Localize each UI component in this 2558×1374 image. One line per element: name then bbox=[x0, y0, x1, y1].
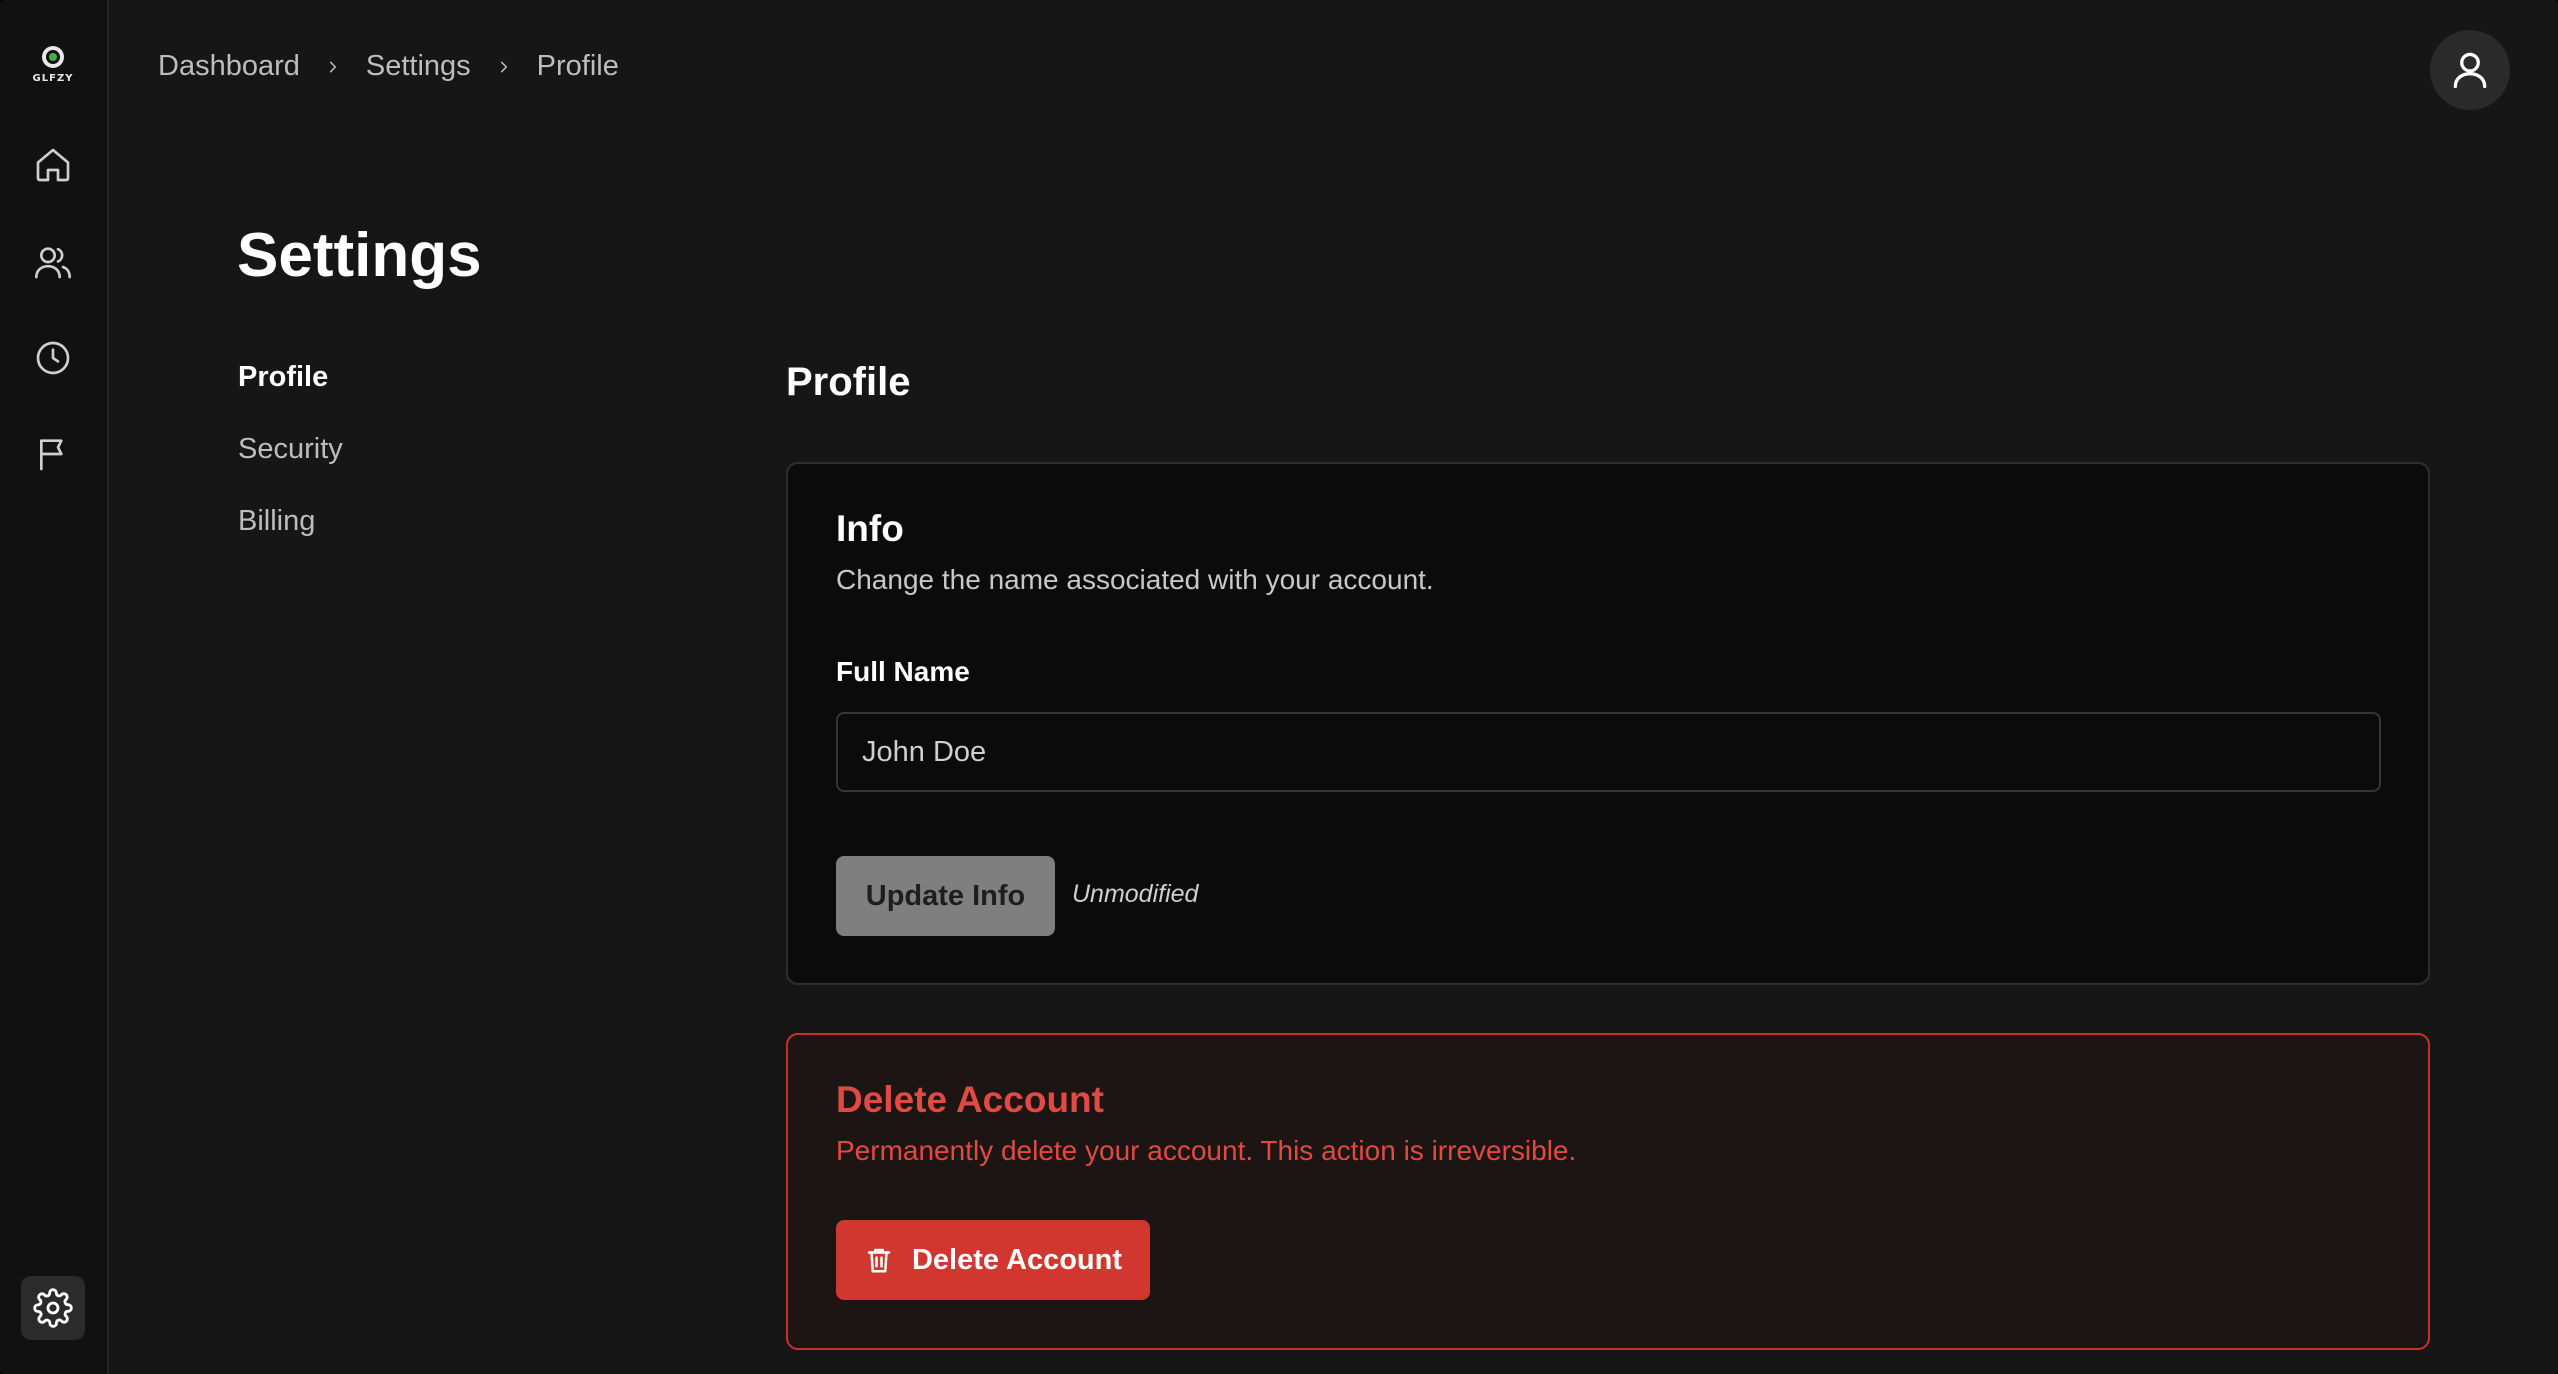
page-title: Settings bbox=[237, 221, 482, 290]
user-icon bbox=[2453, 52, 2487, 89]
section-title: Profile bbox=[786, 360, 911, 404]
info-card: Info Change the name associated with you… bbox=[786, 462, 2430, 985]
delete-account-button-label: Delete Account bbox=[911, 1243, 1123, 1276]
chevron-right-icon bbox=[329, 61, 336, 72]
breadcrumb-item-profile[interactable]: Profile bbox=[537, 50, 619, 83]
settings-nav: Profile Security Billing bbox=[238, 356, 538, 572]
sidebar-item-home[interactable] bbox=[27, 139, 79, 191]
form-status-text: Unmodified bbox=[1072, 880, 1199, 908]
settings-nav-billing[interactable]: Billing bbox=[238, 500, 538, 572]
settings-nav-security[interactable]: Security bbox=[238, 428, 538, 500]
sidebar-item-users[interactable] bbox=[27, 236, 79, 288]
home-icon bbox=[36, 148, 70, 182]
breadcrumb: Dashboard Settings Profile bbox=[158, 50, 619, 83]
flag-icon bbox=[40, 439, 63, 471]
brand-logo[interactable]: GLFZY bbox=[24, 46, 82, 96]
trash-icon bbox=[867, 1248, 891, 1273]
breadcrumb-item-settings[interactable]: Settings bbox=[366, 50, 471, 83]
app-window: GLFZY Dashboard Settings Profile Setting… bbox=[0, 0, 2558, 1374]
delete-account-card: Delete Account Permanently delete your a… bbox=[786, 1033, 2430, 1350]
sidebar: GLFZY bbox=[0, 0, 109, 1374]
full-name-input[interactable] bbox=[836, 712, 2381, 792]
sidebar-item-settings[interactable] bbox=[21, 1276, 85, 1340]
info-card-description: Change the name associated with your acc… bbox=[836, 564, 1434, 595]
settings-nav-profile[interactable]: Profile bbox=[238, 356, 538, 428]
full-name-label: Full Name bbox=[836, 656, 970, 687]
delete-account-title: Delete Account bbox=[836, 1079, 1104, 1120]
breadcrumb-item-dashboard[interactable]: Dashboard bbox=[158, 50, 300, 83]
update-info-button[interactable]: Update Info bbox=[836, 856, 1055, 936]
sidebar-item-history[interactable] bbox=[27, 332, 79, 384]
info-card-title: Info bbox=[836, 508, 904, 549]
gear-icon bbox=[33, 1288, 73, 1328]
delete-account-description: Permanently delete your account. This ac… bbox=[836, 1135, 1577, 1166]
user-avatar-button[interactable] bbox=[2430, 30, 2510, 110]
logo-text: GLFZY bbox=[32, 73, 74, 84]
sidebar-item-reports[interactable] bbox=[27, 428, 79, 480]
chevron-right-icon bbox=[500, 61, 507, 72]
users-icon bbox=[35, 247, 71, 279]
delete-account-button[interactable]: Delete Account bbox=[836, 1220, 1150, 1300]
logo-mark bbox=[42, 46, 64, 68]
clock-icon bbox=[36, 341, 70, 375]
